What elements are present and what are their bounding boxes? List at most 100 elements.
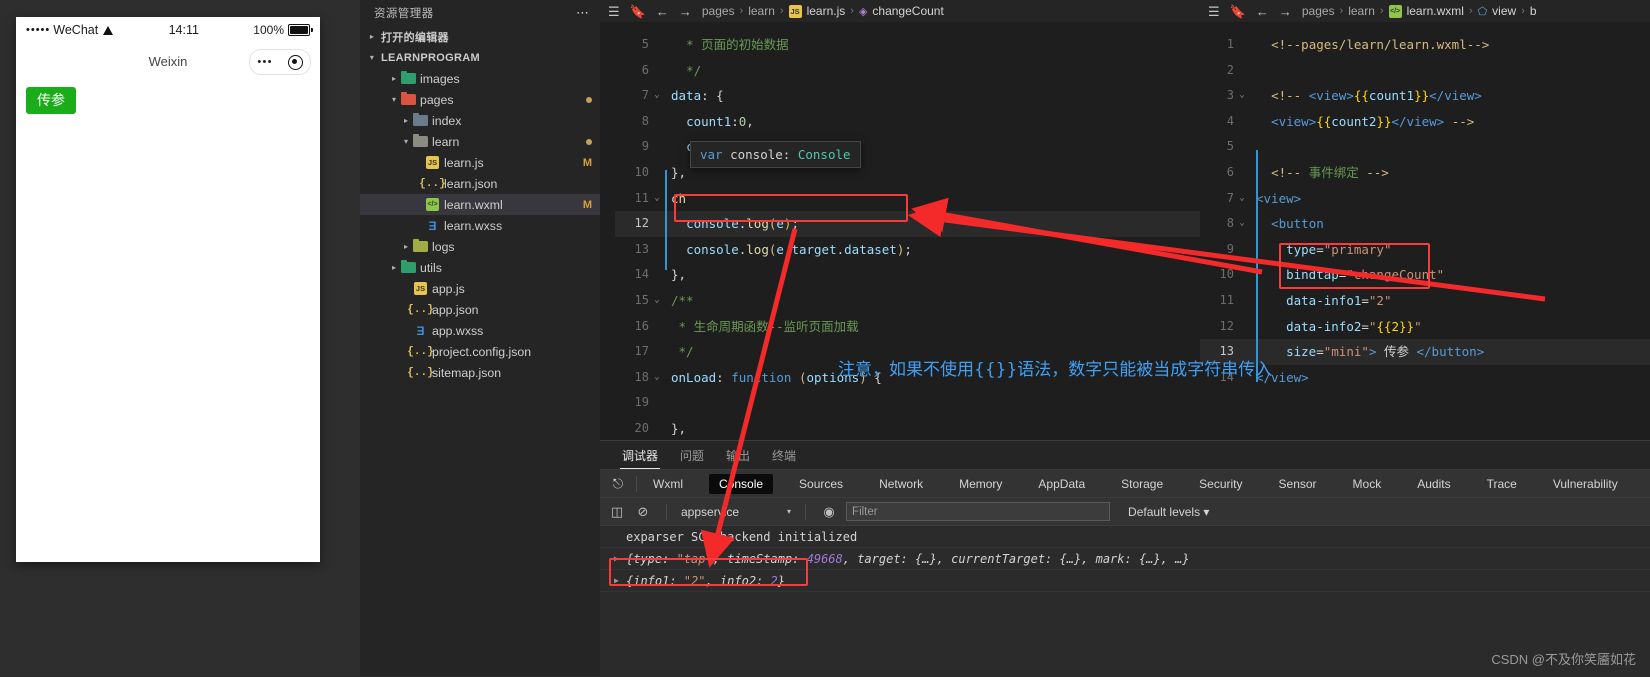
code-line[interactable]: 13 console.log(e.target.dataset);: [615, 237, 1200, 263]
breadcrumb-file[interactable]: learn.js: [807, 4, 846, 18]
explorer-item-app-js[interactable]: JS app.js: [360, 278, 600, 299]
chevron-icon[interactable]: ▸: [388, 74, 400, 83]
fold-arrow-icon[interactable]: [649, 339, 665, 365]
code-line[interactable]: 10 bindtap="changeCount": [1200, 262, 1650, 288]
expand-triangle-icon[interactable]: ▶: [614, 554, 626, 563]
code-line[interactable]: 12 console.log(e);: [615, 211, 1200, 237]
filter-input[interactable]: Filter: [846, 502, 1111, 521]
code-line[interactable]: 2: [1200, 58, 1650, 84]
chevron-icon[interactable]: ▸: [388, 263, 400, 272]
capsule-menu[interactable]: •••: [249, 49, 311, 75]
fold-arrow-icon[interactable]: ⌄: [649, 365, 665, 391]
console-log-row[interactable]: ▶ {type: "tap", timeStamp: 49668, target:…: [600, 548, 1650, 570]
breadcrumb-learn[interactable]: learn: [748, 4, 775, 18]
fold-arrow-icon[interactable]: [649, 58, 665, 84]
code-line[interactable]: 4 <view>{{count2}}</view> -->: [1200, 109, 1650, 135]
fold-arrow-icon[interactable]: [1234, 288, 1250, 314]
project-root-row[interactable]: ▾ LEARNPROGRAM: [360, 47, 600, 68]
explorer-item-app-wxss[interactable]: Ǝapp.wxss: [360, 320, 600, 341]
explorer-item-learn-wxml[interactable]: </> learn.wxml M: [360, 194, 600, 215]
fold-arrow-icon[interactable]: ⌄: [1234, 186, 1250, 212]
fold-arrow-icon[interactable]: [649, 134, 665, 160]
code-line[interactable]: 14},: [615, 262, 1200, 288]
fold-arrow-icon[interactable]: [1234, 314, 1250, 340]
code-line[interactable]: 3 ⌄ <!-- <view>{{count1}}</view>: [1200, 83, 1650, 109]
back-arrow-icon[interactable]: ←: [1256, 5, 1269, 18]
explorer-item-index[interactable]: ▸ index: [360, 110, 600, 131]
code-line[interactable]: 11 data-info1="2": [1200, 288, 1650, 314]
code-line[interactable]: 20},: [615, 416, 1200, 442]
fold-arrow-icon[interactable]: [649, 237, 665, 263]
explorer-item-logs[interactable]: ▸ logs: [360, 236, 600, 257]
panel-tab-输出[interactable]: 输出: [726, 447, 750, 469]
explorer-item-pages[interactable]: ▾ pages: [360, 89, 600, 110]
chevron-icon[interactable]: ▾: [388, 95, 400, 104]
panel-tab-调试器[interactable]: 调试器: [619, 447, 661, 469]
code-line[interactable]: 15 ⌄ /**: [615, 288, 1200, 314]
breadcrumb-pages[interactable]: pages: [702, 4, 735, 18]
devtools-tab-sensor[interactable]: Sensor: [1269, 474, 1327, 494]
outline-icon[interactable]: ☰: [608, 5, 620, 18]
code-line[interactable]: 7 ⌄ <view>: [1200, 186, 1650, 212]
forward-arrow-icon[interactable]: →: [1279, 5, 1292, 18]
breadcrumb-file[interactable]: learn.wxml: [1407, 4, 1464, 18]
chevron-down-icon[interactable]: ▾: [787, 507, 791, 516]
breadcrumb-learn[interactable]: learn: [1348, 4, 1375, 18]
code-line[interactable]: 5: [1200, 134, 1650, 160]
explorer-item-learn[interactable]: ▾ learn: [360, 131, 600, 152]
fold-arrow-icon[interactable]: [1234, 32, 1250, 58]
devtools-tab-memory[interactable]: Memory: [949, 474, 1012, 494]
devtools-tab-audits[interactable]: Audits: [1407, 474, 1460, 494]
code-line[interactable]: 8 count1:0,: [615, 109, 1200, 135]
breadcrumb-symbol[interactable]: changeCount: [872, 4, 943, 18]
fold-arrow-icon[interactable]: [649, 262, 665, 288]
explorer-item-app-json[interactable]: {..} app.json: [360, 299, 600, 320]
code-line[interactable]: 6 <!-- 事件绑定 -->: [1200, 160, 1650, 186]
fold-arrow-icon[interactable]: ⌄: [649, 83, 665, 109]
breadcrumb-button[interactable]: b: [1530, 4, 1537, 18]
fold-arrow-icon[interactable]: [1234, 58, 1250, 84]
fold-arrow-icon[interactable]: [1234, 134, 1250, 160]
code-line[interactable]: 16 * 生命周期函数--监听页面加载: [615, 314, 1200, 340]
explorer-item-utils[interactable]: ▸ utils: [360, 257, 600, 278]
breadcrumb-view[interactable]: view: [1492, 4, 1516, 18]
clear-console-icon[interactable]: ⊘: [634, 504, 652, 520]
devtools-tab-appdata[interactable]: AppData: [1028, 474, 1095, 494]
devtools-tab-sources[interactable]: Sources: [789, 474, 853, 494]
context-selector[interactable]: appservice: [681, 505, 739, 519]
console-log-row[interactable]: exparser SCL backend initialized: [600, 526, 1650, 548]
devtools-tab-network[interactable]: Network: [869, 474, 933, 494]
fold-arrow-icon[interactable]: [649, 314, 665, 340]
outline-icon[interactable]: ☰: [1208, 5, 1220, 18]
inspect-cursor-icon[interactable]: ⎋: [606, 476, 630, 492]
devtools-tab-storage[interactable]: Storage: [1111, 474, 1173, 494]
devtools-tab-console[interactable]: Console: [709, 473, 774, 494]
explorer-item-learn-js[interactable]: JS learn.js M: [360, 152, 600, 173]
expand-triangle-icon[interactable]: ▶: [614, 576, 626, 585]
code-line[interactable]: 1 <!--pages/learn/learn.wxml-->: [1200, 32, 1650, 58]
fold-arrow-icon[interactable]: [1234, 262, 1250, 288]
chevron-icon[interactable]: ▸: [400, 242, 412, 251]
eye-icon[interactable]: ◉: [820, 504, 838, 520]
open-editors-row[interactable]: ▸ 打开的编辑器: [360, 26, 600, 47]
explorer-item-project-config-json[interactable]: {..} project.config.json: [360, 341, 600, 362]
fold-arrow-icon[interactable]: ⌄: [649, 186, 665, 212]
console-log-row[interactable]: ▶ {info1: "2", info2: 2}: [600, 570, 1650, 592]
chevron-icon[interactable]: ▸: [400, 116, 412, 125]
fold-arrow-icon[interactable]: [649, 416, 665, 442]
panel-tab-终端[interactable]: 终端: [772, 447, 796, 469]
explorer-item-learn-wxss[interactable]: Ǝlearn.wxss: [360, 215, 600, 236]
fold-arrow-icon[interactable]: ⌄: [649, 288, 665, 314]
fold-arrow-icon[interactable]: [1234, 160, 1250, 186]
fold-arrow-icon[interactable]: [1234, 237, 1250, 263]
devtools-tab-trace[interactable]: Trace: [1477, 474, 1527, 494]
explorer-item-learn-json[interactable]: {..} learn.json: [360, 173, 600, 194]
panel-tab-问题[interactable]: 问题: [680, 447, 704, 469]
fold-arrow-icon[interactable]: ⌄: [1234, 211, 1250, 237]
fold-arrow-icon[interactable]: ⌄: [1234, 83, 1250, 109]
devtools-tab-vulnerability[interactable]: Vulnerability: [1543, 474, 1628, 494]
bookmark-icon[interactable]: 🔖: [630, 5, 646, 18]
devtools-tab-mock[interactable]: Mock: [1343, 474, 1392, 494]
chuancan-button[interactable]: 传参: [26, 87, 76, 114]
fold-arrow-icon[interactable]: [649, 32, 665, 58]
